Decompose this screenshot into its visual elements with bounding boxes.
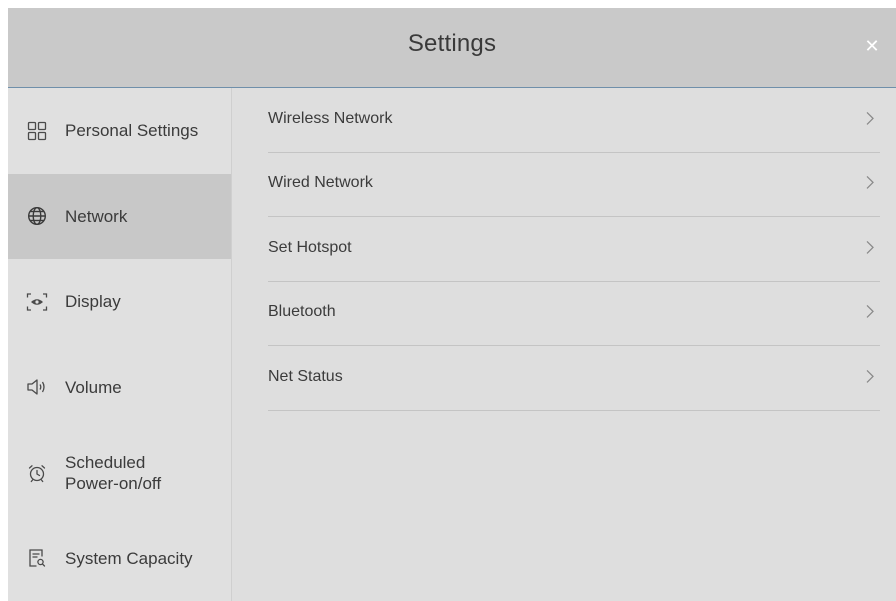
chevron-right-icon	[866, 240, 874, 254]
list-item-set-hotspot[interactable]: Set Hotspot	[268, 217, 880, 282]
sidebar-item-scheduled-power[interactable]: Scheduled Power-on/off	[8, 430, 231, 516]
sidebar-item-label: Volume	[65, 377, 122, 397]
alarm-clock-icon	[26, 462, 48, 484]
sidebar-item-label: Display	[65, 292, 121, 312]
list-item-net-status[interactable]: Net Status	[268, 346, 880, 411]
settings-window: Settings ✕ Personal Settings Network Dis…	[8, 8, 896, 601]
chevron-right-icon	[866, 369, 874, 383]
close-button[interactable]: ✕	[858, 32, 886, 60]
sidebar-item-volume[interactable]: Volume	[8, 345, 231, 431]
network-settings-list: Wireless Network Wired Network Set Hotsp…	[268, 88, 880, 601]
grid-icon	[26, 120, 48, 142]
list-item-label: Set Hotspot	[268, 238, 352, 256]
sidebar-item-display[interactable]: Display	[8, 259, 231, 345]
list-item-label: Wired Network	[268, 174, 373, 192]
chevron-right-icon	[866, 305, 874, 319]
settings-sidebar: Personal Settings Network Display Volume…	[8, 88, 232, 601]
sidebar-item-network[interactable]: Network	[8, 173, 231, 259]
list-item-bluetooth[interactable]: Bluetooth	[268, 282, 880, 346]
sidebar-item-label: Network	[65, 206, 128, 226]
speaker-icon	[26, 376, 48, 398]
document-search-icon	[26, 547, 48, 569]
list-item-label: Wireless Network	[268, 109, 393, 127]
sidebar-item-label: System Capacity	[65, 548, 193, 568]
sidebar-item-label: Scheduled Power-on/off	[65, 452, 162, 493]
chevron-right-icon	[866, 176, 874, 190]
list-item-label: Bluetooth	[268, 303, 336, 321]
globe-icon	[26, 205, 48, 227]
sidebar-item-label: Personal Settings	[65, 121, 199, 141]
close-icon: ✕	[864, 36, 880, 56]
display-eye-icon	[26, 291, 48, 313]
window-title: Settings	[407, 30, 497, 57]
sidebar-item-personal-settings[interactable]: Personal Settings	[8, 88, 231, 174]
sidebar-item-system-capacity[interactable]: System Capacity	[8, 516, 231, 601]
title-bar: Settings ✕	[8, 8, 896, 88]
list-item-wireless-network[interactable]: Wireless Network	[268, 88, 880, 153]
list-item-label: Net Status	[268, 367, 343, 385]
chevron-right-icon	[866, 111, 874, 125]
list-item-wired-network[interactable]: Wired Network	[268, 153, 880, 217]
